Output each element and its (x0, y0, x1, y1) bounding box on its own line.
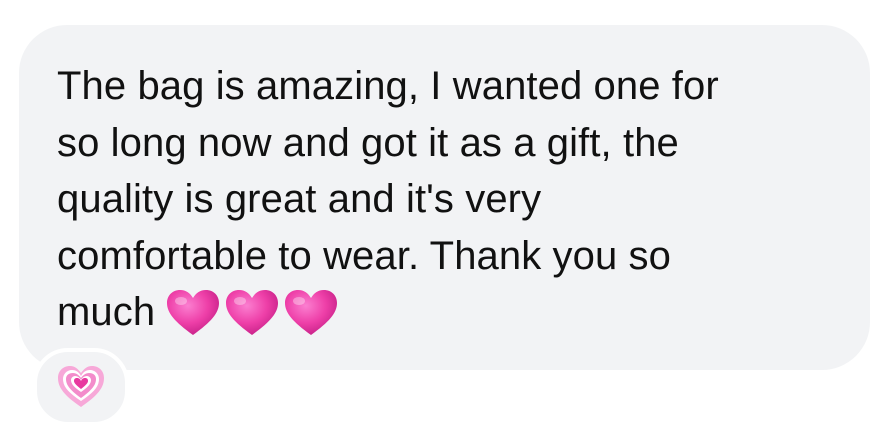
message-line: so long now and got it as a gift, the (57, 120, 679, 165)
heart-emoji-group (165, 288, 342, 336)
message-line: quality is great and it's very (57, 177, 542, 221)
message-line-last: much (57, 284, 857, 341)
message-reaction[interactable] (33, 348, 129, 426)
pink-heart-icon (285, 290, 338, 335)
message-line: comfortable to wear. Thank you so (57, 233, 672, 278)
message-line-text: much (57, 290, 156, 334)
growing-heart-icon (58, 366, 104, 407)
message-line: The bag is amazing, I wanted one for (57, 64, 719, 108)
pink-heart-icon (167, 290, 220, 335)
pink-heart-icon (226, 290, 279, 335)
message-text: The bag is amazing, I wanted one for so … (57, 58, 857, 341)
message-view: The bag is amazing, I wanted one for so … (0, 0, 891, 440)
